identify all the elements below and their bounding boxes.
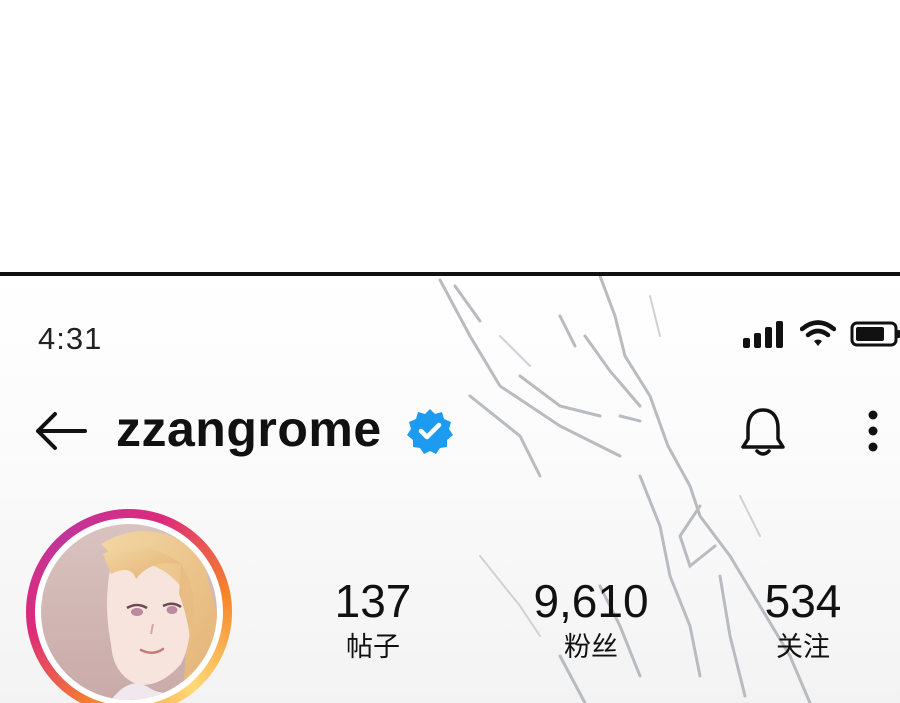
bell-icon[interactable] <box>738 404 788 458</box>
comic-page: 4:31 zzangrome 137 帖子 9,610 粉丝 534 关注 <box>0 0 900 703</box>
stat-followers[interactable]: 9,610 粉丝 <box>506 574 676 664</box>
signal-icon <box>742 320 786 353</box>
stat-value: 137 <box>334 575 412 627</box>
avatar <box>41 524 217 700</box>
status-time: 4:31 <box>38 321 103 356</box>
blank-panel-area <box>0 0 900 272</box>
phone-screen: 4:31 zzangrome 137 帖子 9,610 粉丝 534 关注 <box>0 276 900 703</box>
wifi-icon <box>799 319 837 353</box>
stat-value: 534 <box>764 575 842 627</box>
battery-icon <box>850 320 900 353</box>
profile-username: zzangrome <box>116 401 382 457</box>
story-ring[interactable] <box>26 509 232 703</box>
more-vertical-icon[interactable] <box>858 406 888 456</box>
stat-label: 关注 <box>776 632 830 662</box>
back-button[interactable] <box>32 406 90 456</box>
verified-badge-icon <box>407 409 453 454</box>
stat-posts[interactable]: 137 帖子 <box>288 574 458 664</box>
status-icons <box>742 319 900 353</box>
stat-following[interactable]: 534 关注 <box>718 574 888 664</box>
back-arrow-icon <box>36 412 87 450</box>
avatar-frame <box>35 518 223 703</box>
stat-label: 粉丝 <box>564 632 618 662</box>
profile-header: zzangrome <box>0 396 900 466</box>
stat-value: 9,610 <box>533 575 649 627</box>
stat-label: 帖子 <box>346 632 400 662</box>
